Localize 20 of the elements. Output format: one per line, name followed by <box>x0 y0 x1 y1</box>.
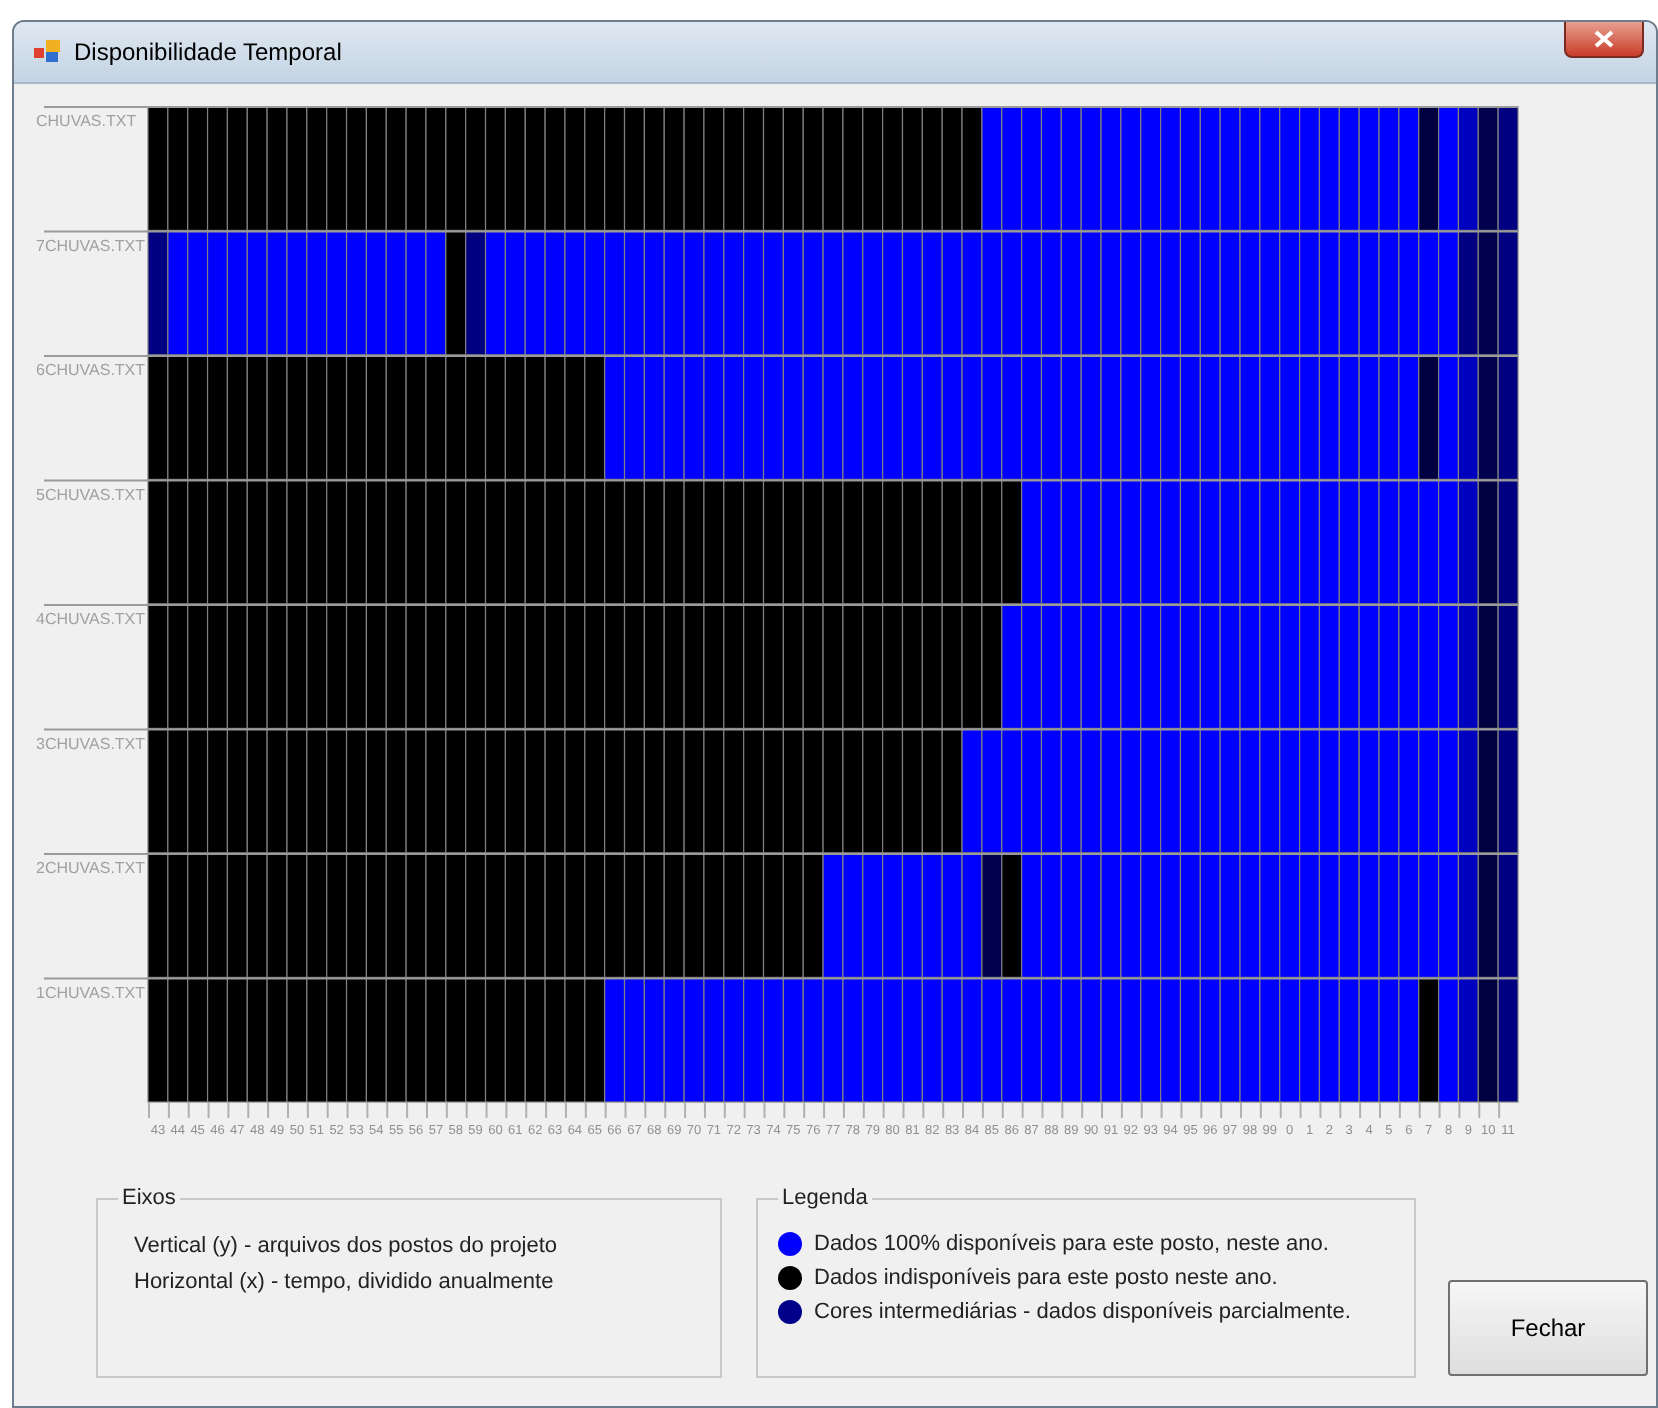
row-label: 4CHUVAS.TXT <box>36 610 146 628</box>
row-label: 2CHUVAS.TXT <box>36 859 146 877</box>
group-title: Legenda <box>780 1186 870 1210</box>
row-label: 6CHUVAS.TXT <box>36 361 146 379</box>
close-dialog-button[interactable]: Fechar <box>1448 1280 1648 1376</box>
app-icon <box>34 40 62 64</box>
row-label: 7CHUVAS.TXT <box>36 236 146 255</box>
close-icon <box>1594 30 1614 48</box>
row-label: 5CHUVAS.TXT <box>36 485 146 504</box>
row-label: CHUVAS.TXT <box>36 112 137 130</box>
legend-text: Cores intermediárias - dados disponíveis parcialmente. <box>814 1300 1351 1324</box>
axis-description: Vertical (y) - arquivos dos postos do projeto <box>134 1234 560 1258</box>
row-label: 1CHUVAS.TXT <box>36 983 146 1002</box>
axis-description: Horizontal (x) - tempo, dividido anualmente <box>134 1270 556 1294</box>
legend-text: Dados indisponíveis para este posto neste ano. <box>814 1266 1278 1290</box>
legend-text: Dados 100% disponíveis para este posto, neste ano. <box>814 1232 1329 1256</box>
group-title: Eixos <box>120 1186 178 1210</box>
window-title: Disponibilidade Temporal <box>74 38 342 66</box>
close-button[interactable] <box>1564 22 1644 58</box>
row-label: 3CHUVAS.TXT <box>36 734 146 753</box>
